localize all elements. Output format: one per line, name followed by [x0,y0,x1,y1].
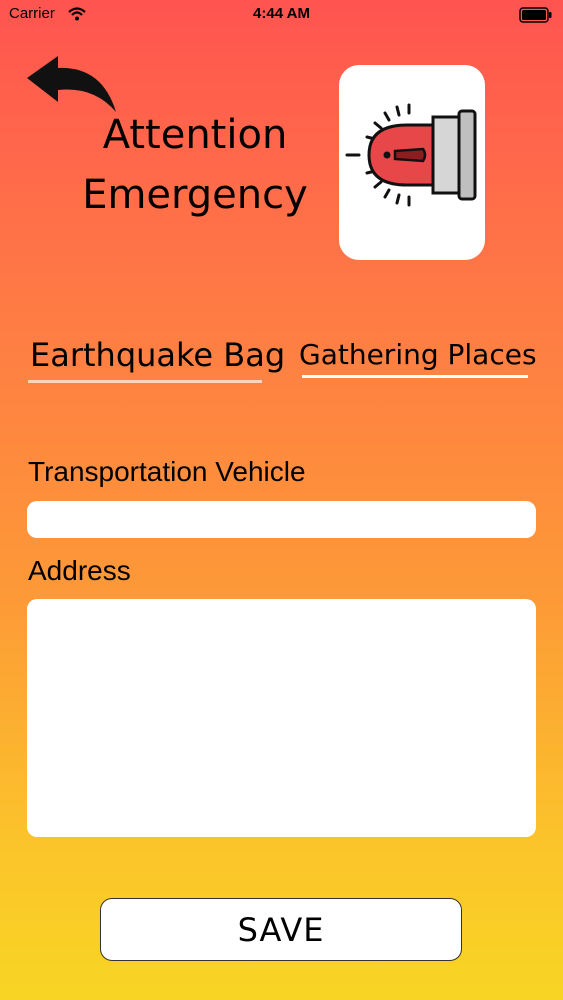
status-bar: Carrier 4:44 AM [0,0,563,30]
tab-gathering-places[interactable]: Gathering Places [299,338,537,371]
tab-earthquake-bag[interactable]: Earthquake Bag [30,336,285,374]
tab-earthquake-bag-underline [28,380,262,383]
address-input[interactable] [27,599,536,837]
address-label: Address [28,555,131,586]
emergency-siren-icon [345,103,477,207]
title-line-2: Emergency [82,172,308,218]
vehicle-label: Transportation Vehicle [28,456,306,487]
status-time: 4:44 AM [253,5,310,22]
vehicle-input[interactable] [27,501,536,538]
tab-gathering-places-underline [302,375,528,378]
battery-icon [519,7,553,27]
save-button[interactable]: SAVE [100,898,462,961]
emergency-logo [339,65,485,260]
title-line-1: Attention [102,112,288,158]
page-title: Attention Emergency [70,105,320,225]
